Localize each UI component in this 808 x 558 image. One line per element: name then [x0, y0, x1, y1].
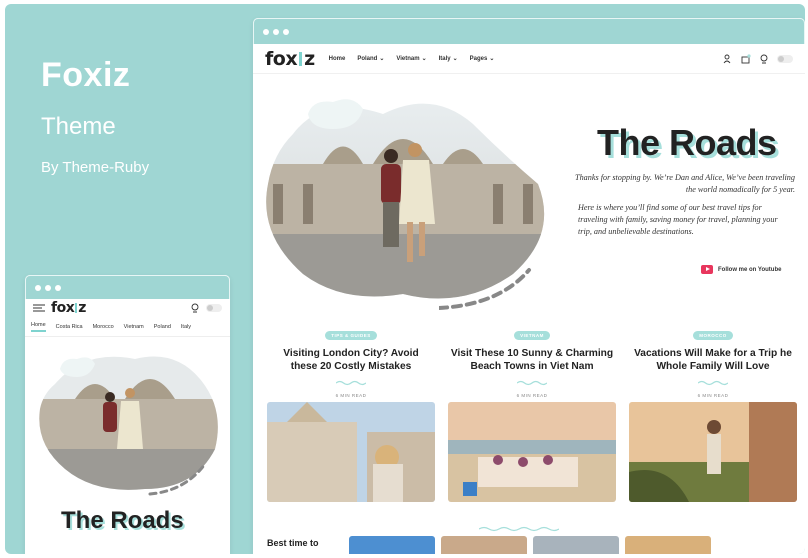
dark-mode-toggle[interactable]	[206, 304, 222, 312]
post-title[interactable]: Visit These 10 Sunny & Charming Beach Tow…	[448, 347, 616, 373]
window-dot	[35, 284, 41, 291]
mobile-window: fox z Home Costa Rica Morocco Vietnam Pol…	[25, 275, 230, 554]
brand-subtitle: Theme	[41, 113, 116, 140]
window-dot	[263, 28, 269, 35]
chevron-down-icon: ⌄	[379, 56, 385, 62]
post-image[interactable]	[629, 402, 797, 502]
hero-image	[39, 356, 218, 496]
read-time: 6 MIN READ	[516, 393, 548, 398]
chevron-down-icon: ⌄	[489, 56, 495, 62]
tab-home[interactable]: Home	[31, 322, 46, 332]
desktop-window: fox z Home Poland ⌄ Vietnam ⌄ Italy ⌄ Pages ⌄	[253, 18, 805, 554]
post-title[interactable]: Visiting London City? Avoid these 20 Cost…	[267, 347, 435, 373]
dashed-path-decoration	[439, 268, 531, 310]
window-titlebar	[25, 275, 230, 299]
post-thumbnail[interactable]	[441, 536, 527, 554]
brand-block: Foxiz Theme By Theme-Ruby	[41, 56, 149, 176]
wave-divider	[479, 526, 559, 532]
post-thumbnail[interactable]	[625, 536, 711, 554]
site-header: fox z Home Poland ⌄ Vietnam ⌄ Italy ⌄ Pages ⌄	[253, 44, 805, 74]
youtube-label: Follow me on Youtube	[718, 266, 782, 273]
category-tag[interactable]: VIETNAM	[514, 331, 550, 340]
user-icon[interactable]	[759, 54, 769, 64]
canvas: Foxiz Theme By Theme-Ruby fox z Home Pola…	[5, 4, 805, 554]
brand-title: Foxiz	[41, 56, 131, 94]
section-title: Best time to	[267, 538, 319, 548]
nav-vietnam[interactable]: Vietnam ⌄	[396, 55, 427, 63]
hero-body: Here is where you’ll find some of our be…	[578, 203, 778, 236]
window-titlebar	[253, 18, 805, 44]
window-dot	[45, 284, 51, 291]
tab-morocco[interactable]: Morocco	[93, 324, 114, 330]
youtube-icon	[701, 265, 713, 274]
category-tag[interactable]: MOROCCO	[693, 331, 733, 340]
tab-vietnam[interactable]: Vietnam	[124, 324, 144, 330]
post-image[interactable]	[267, 402, 435, 502]
user-icon[interactable]	[190, 303, 200, 313]
bookmark-person-icon[interactable]	[723, 54, 733, 64]
tab-italy[interactable]: Italy	[181, 324, 191, 330]
site-logo[interactable]: fox z	[265, 48, 315, 70]
hero-section: The Roads Thanks for stopping by. We’re …	[253, 74, 805, 314]
wave-divider	[335, 380, 367, 386]
tab-poland[interactable]: Poland	[154, 324, 171, 330]
post-image[interactable]	[448, 402, 616, 502]
menu-icon[interactable]	[33, 304, 45, 312]
hero-title: The Roads	[597, 122, 777, 163]
notification-icon[interactable]	[741, 53, 751, 64]
brand-byline: By Theme-Ruby	[41, 159, 150, 176]
post-thumbnail[interactable]	[533, 536, 619, 554]
nav-pages[interactable]: Pages ⌄	[470, 55, 495, 63]
youtube-follow-link[interactable]: Follow me on Youtube	[701, 265, 781, 274]
nav-poland[interactable]: Poland ⌄	[357, 55, 385, 63]
chevron-down-icon: ⌄	[452, 56, 458, 62]
hero-intro: Thanks for stopping by. We’re Dan and Al…	[575, 173, 795, 194]
nav-home[interactable]: Home	[329, 56, 346, 62]
mobile-header: fox z	[25, 299, 230, 317]
nav-italy[interactable]: Italy ⌄	[439, 55, 458, 63]
wave-divider	[697, 380, 729, 386]
chevron-down-icon: ⌄	[421, 56, 427, 62]
post-title[interactable]: Vacations Will Make for a Trip he Whole F…	[629, 347, 797, 373]
read-time: 6 MIN READ	[697, 393, 729, 398]
window-dot	[55, 284, 61, 291]
window-dot	[283, 28, 289, 35]
site-logo[interactable]: fox z	[51, 300, 86, 316]
post-card[interactable]: MOROCCO Vacations Will Make for a Trip h…	[629, 324, 797, 507]
mobile-hero-title: The Roads	[61, 507, 184, 534]
category-tag[interactable]: TIPS & GUIDES	[325, 331, 377, 340]
post-card[interactable]: VIETNAM Visit These 10 Sunny & Charming B…	[448, 324, 616, 507]
read-time: 6 MIN READ	[335, 393, 367, 398]
post-grid: TIPS & GUIDES Visiting London City? Avoi…	[267, 324, 797, 507]
dark-mode-toggle[interactable]	[777, 54, 793, 63]
header-actions	[723, 53, 793, 64]
mobile-category-tabs: Home Costa Rica Morocco Vietnam Poland I…	[25, 317, 230, 337]
tab-costa-rica[interactable]: Costa Rica	[56, 324, 83, 330]
post-card[interactable]: TIPS & GUIDES Visiting London City? Avoi…	[267, 324, 435, 507]
window-dot	[273, 28, 279, 35]
post-thumbnail[interactable]	[349, 536, 435, 554]
mobile-actions	[190, 303, 222, 313]
wave-divider	[516, 380, 548, 386]
thumbnail-row	[349, 536, 711, 554]
